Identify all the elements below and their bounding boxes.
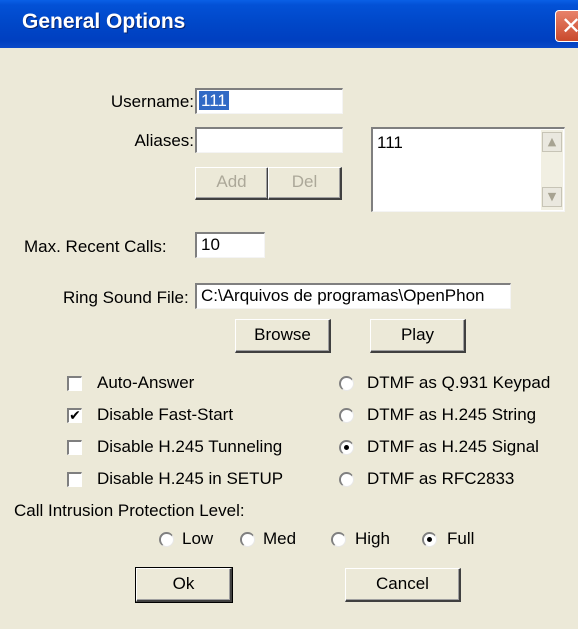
intrusion-level-label: Call Intrusion Protection Level: <box>14 501 245 520</box>
window-title: General Options <box>22 10 186 33</box>
intrusion-full-label: Full <box>447 529 475 548</box>
max-recent-calls-field[interactable]: 10 <box>195 232 265 258</box>
disable-fast-start-checkbox[interactable]: ✔ <box>67 408 82 423</box>
aliases-list-item[interactable]: 111 <box>377 133 403 153</box>
ring-sound-file-value: C:\Arquivos de programas\OpenPhon <box>201 286 485 305</box>
scroll-down-icon[interactable]: ▼ <box>542 187 562 207</box>
play-button[interactable]: Play <box>370 319 466 353</box>
radio-selected-dot <box>427 537 432 542</box>
dtmf-q931-keypad-radio[interactable] <box>339 376 354 391</box>
check-mark-icon: ✔ <box>69 408 81 424</box>
disable-fast-start-label: Disable Fast-Start <box>97 405 234 424</box>
ok-button[interactable]: Ok <box>135 567 233 603</box>
dtmf-h245-signal-label: DTMF as H.245 Signal <box>367 437 539 456</box>
scroll-up-icon[interactable]: ▲ <box>542 132 562 152</box>
intrusion-low-label: Low <box>182 529 214 548</box>
max-recent-calls-label: Max. Recent Calls: <box>24 237 167 256</box>
disable-h245-tunneling-label: Disable H.245 Tunneling <box>97 437 283 456</box>
aliases-field[interactable] <box>195 127 343 153</box>
intrusion-med-label: Med <box>263 529 297 548</box>
disable-h245-in-setup-checkbox[interactable] <box>67 472 82 487</box>
ring-sound-file-field[interactable]: C:\Arquivos de programas\OpenPhon <box>195 283 511 309</box>
intrusion-high-radio[interactable] <box>331 532 346 547</box>
delete-alias-button[interactable]: Del <box>268 167 342 200</box>
max-recent-calls-value: 10 <box>201 235 220 254</box>
dtmf-rfc2833-label: DTMF as RFC2833 <box>367 469 515 488</box>
disable-h245-tunneling-checkbox[interactable] <box>67 440 82 455</box>
intrusion-med-radio[interactable] <box>240 532 255 547</box>
auto-answer-checkbox[interactable] <box>67 376 82 391</box>
username-label: Username: <box>110 92 194 111</box>
intrusion-low-radio[interactable] <box>159 532 174 547</box>
general-options-dialog: General Options ✕ Username: 111 Aliases:… <box>0 0 578 629</box>
dtmf-h245-string-label: DTMF as H.245 String <box>367 405 537 424</box>
intrusion-full-radio[interactable] <box>422 532 437 547</box>
cancel-button[interactable]: Cancel <box>345 568 461 602</box>
username-value: 111 <box>199 91 229 110</box>
disable-h245-in-setup-label: Disable H.245 in SETUP <box>97 469 284 488</box>
close-button[interactable]: ✕ <box>555 10 578 42</box>
intrusion-high-label: High <box>355 529 390 548</box>
ring-sound-file-label: Ring Sound File: <box>63 288 189 307</box>
auto-answer-label: Auto-Answer <box>97 373 195 392</box>
aliases-label: Aliases: <box>134 131 194 150</box>
radio-selected-dot <box>344 445 349 450</box>
aliases-list[interactable]: 111 ▲ ▼ <box>371 127 565 212</box>
dtmf-h245-signal-radio[interactable] <box>339 440 354 455</box>
dtmf-rfc2833-radio[interactable] <box>339 472 354 487</box>
username-field[interactable]: 111 <box>195 88 343 114</box>
browse-button[interactable]: Browse <box>235 319 331 353</box>
close-icon: ✕ <box>561 12 578 40</box>
aliases-list-scrollbar[interactable]: ▲ ▼ <box>541 130 563 210</box>
add-alias-button[interactable]: Add <box>195 167 269 200</box>
dtmf-h245-string-radio[interactable] <box>339 408 354 423</box>
dtmf-q931-keypad-label: DTMF as Q.931 Keypad <box>367 373 551 392</box>
title-bar[interactable]: General Options ✕ <box>0 0 578 48</box>
